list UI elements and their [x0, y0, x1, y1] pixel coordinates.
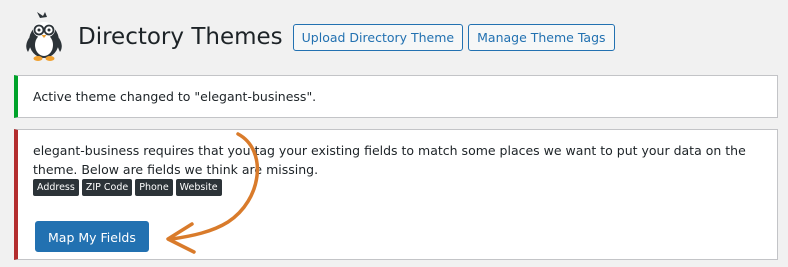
tag-zip-code: ZIP Code: [81, 179, 133, 196]
tag-website: Website: [175, 179, 222, 196]
success-notice: Active theme changed to "elegant-busines…: [14, 75, 778, 118]
map-my-fields-button[interactable]: Map My Fields: [35, 221, 149, 252]
penguin-logo-icon: [26, 12, 62, 61]
page-title: Directory Themes: [78, 24, 283, 50]
missing-field-tags: Address ZIP Code Phone Website: [33, 179, 225, 196]
page-header: Directory Themes Upload Directory Theme …: [22, 12, 620, 62]
tag-address: Address: [33, 179, 79, 196]
missing-fields-message: elegant-business requires that you tag y…: [33, 143, 746, 177]
success-notice-text: Active theme changed to "elegant-busines…: [33, 89, 317, 104]
manage-theme-tags-button[interactable]: Manage Theme Tags: [468, 23, 615, 51]
tag-phone: Phone: [135, 179, 173, 196]
missing-fields-notice: elegant-business requires that you tag y…: [14, 129, 778, 260]
upload-directory-theme-button[interactable]: Upload Directory Theme: [292, 23, 464, 51]
